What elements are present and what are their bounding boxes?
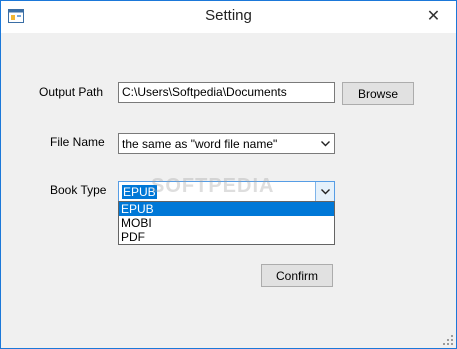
chevron-down-icon[interactable] <box>316 134 334 153</box>
close-icon: ✕ <box>426 8 441 25</box>
browse-button[interactable]: Browse <box>342 82 414 105</box>
title-bar[interactable]: Setting ✕ <box>1 1 456 33</box>
book-type-option-epub[interactable]: EPUB <box>119 202 334 216</box>
window-title: Setting <box>205 7 252 24</box>
book-type-dropdown-list: EPUB MOBI PDF <box>118 201 335 245</box>
file-name-label: File Name <box>50 135 105 149</box>
book-type-option-mobi[interactable]: MOBI <box>119 216 334 230</box>
close-button[interactable]: ✕ <box>411 1 456 31</box>
confirm-button[interactable]: Confirm <box>261 264 333 287</box>
file-name-select[interactable]: the same as "word file name" <box>118 133 335 154</box>
watermark: SOFTPEDIA <box>151 175 275 197</box>
resize-grip-icon[interactable] <box>443 335 453 345</box>
settings-window: Setting ✕ Output Path C:\Users\Softpedia… <box>0 0 457 349</box>
book-type-option-pdf[interactable]: PDF <box>119 230 334 244</box>
file-name-value: the same as "word file name" <box>122 137 278 151</box>
output-path-field[interactable]: C:\Users\Softpedia\Documents <box>118 82 335 103</box>
form-client-area: Output Path C:\Users\Softpedia\Documents… <box>9 33 448 340</box>
book-type-label: Book Type <box>50 183 107 197</box>
output-path-label: Output Path <box>39 85 104 99</box>
chevron-down-icon[interactable] <box>315 182 334 201</box>
